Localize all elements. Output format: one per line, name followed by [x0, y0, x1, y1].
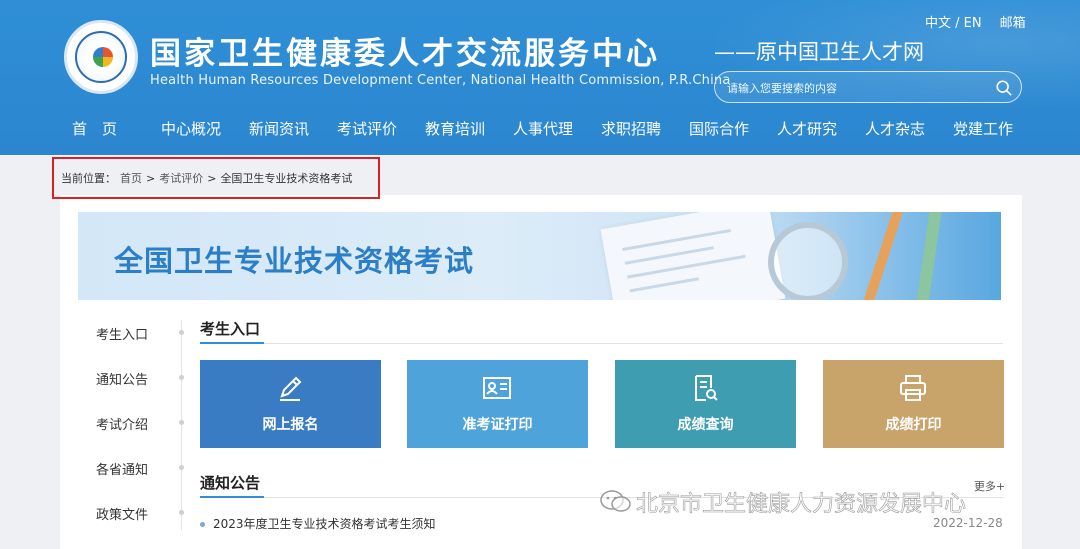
section-divider: [200, 343, 1003, 344]
site-logo[interactable]: [64, 20, 138, 94]
site-title-cn: 国家卫生健康委人才交流服务中心: [150, 36, 660, 72]
nav-home[interactable]: 首 页: [72, 118, 117, 139]
breadcrumb-label: 当前位置：: [61, 172, 116, 185]
nav-jobs[interactable]: 求职招聘: [601, 118, 661, 139]
site-formerly-name: ——原中国卫生人才网: [714, 40, 924, 64]
id-card-icon: [483, 377, 511, 399]
nav-exam[interactable]: 考试评价: [337, 118, 397, 139]
search-icon[interactable]: [995, 79, 1013, 97]
section-title-entry: 考生入口: [200, 320, 261, 338]
side-item-notices[interactable]: 通知公告: [96, 369, 148, 388]
magnifier-illustration: [768, 222, 848, 300]
more-link[interactable]: 更多+: [974, 478, 1005, 494]
wechat-icon: [600, 490, 631, 512]
side-dot: [179, 465, 184, 470]
side-menu-divider: [181, 320, 182, 530]
search-box: [714, 71, 1022, 103]
nav-training[interactable]: 教育培训: [425, 118, 485, 139]
section-underline: [200, 342, 264, 344]
breadcrumb-current: 全国卫生专业技术资格考试: [220, 172, 353, 185]
section-underline: [200, 496, 264, 498]
site-title-en: Health Human Resources Development Cente…: [150, 73, 731, 88]
banner-title: 全国卫生专业技术资格考试: [114, 244, 475, 278]
breadcrumb-separator: >: [207, 171, 217, 185]
nav-about[interactable]: 中心概况: [161, 118, 221, 139]
tile-label: 网上报名: [262, 417, 319, 433]
tile-score-print[interactable]: 成绩打印: [823, 360, 1004, 448]
section-title-notices: 通知公告: [200, 474, 261, 492]
side-dot: [179, 420, 184, 425]
breadcrumb: 当前位置： 首页 > 考试评价 > 全国卫生专业技术资格考试: [52, 157, 380, 199]
tile-label: 成绩查询: [677, 417, 734, 433]
side-dot: [179, 375, 184, 380]
nav-research[interactable]: 人才研究: [777, 118, 837, 139]
language-switch[interactable]: 中文 / EN: [925, 12, 982, 31]
side-item-exam-intro[interactable]: 考试介绍: [96, 414, 148, 433]
watermark-text: 北京市卫生健康人力资源发展中心: [636, 492, 967, 518]
document-search-icon: [695, 375, 718, 401]
pencil-illustration: [861, 212, 905, 300]
side-dot: [179, 330, 184, 335]
pencil-icon: [280, 376, 302, 401]
site-header: 国家卫生健康委人才交流服务中心 Health Human Resources D…: [0, 0, 1080, 155]
nav-international[interactable]: 国际合作: [689, 118, 749, 139]
side-dot: [179, 510, 184, 515]
tile-admission-ticket-print[interactable]: 准考证打印: [407, 360, 588, 448]
tile-score-query[interactable]: 成绩查询: [615, 360, 796, 448]
tile-online-registration[interactable]: 网上报名: [200, 360, 381, 448]
logo-emblem-icon: [75, 31, 127, 83]
notice-date: 2022-12-28: [933, 516, 1003, 530]
mail-link[interactable]: 邮箱: [1000, 12, 1026, 31]
nav-party[interactable]: 党建工作: [953, 118, 1013, 139]
paper-illustration: [600, 212, 786, 300]
side-item-policy-docs[interactable]: 政策文件: [96, 504, 148, 523]
search-input[interactable]: [727, 78, 987, 98]
side-item-province-notices[interactable]: 各省通知: [96, 459, 148, 478]
breadcrumb-separator: >: [146, 171, 156, 185]
breadcrumb-exam[interactable]: 考试评价: [159, 170, 203, 186]
tile-label: 成绩打印: [885, 417, 942, 433]
nav-magazine[interactable]: 人才杂志: [865, 118, 925, 139]
printer-icon: [900, 375, 926, 401]
notice-item[interactable]: 2023年度卫生专业技术资格考试考生须知: [200, 515, 436, 532]
main-nav: 首 页 中心概况 新闻资讯 考试评价 教育培训 人事代理 求职招聘 国际合作 人…: [0, 118, 1080, 144]
nav-personnel[interactable]: 人事代理: [513, 118, 573, 139]
page-banner: 全国卫生专业技术资格考试: [78, 212, 1001, 300]
nav-news[interactable]: 新闻资讯: [249, 118, 309, 139]
side-item-candidate-entry[interactable]: 考生入口: [96, 324, 148, 343]
tile-label: 准考证打印: [462, 417, 533, 433]
pen-illustration: [915, 212, 943, 300]
breadcrumb-home[interactable]: 首页: [120, 170, 142, 186]
top-links: 中文 / EN 邮箱: [925, 12, 1026, 31]
